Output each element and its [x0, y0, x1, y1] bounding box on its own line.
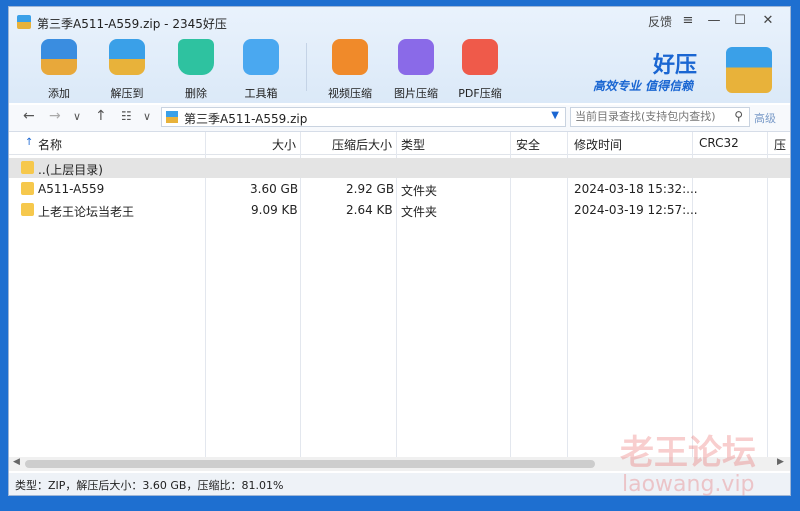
scrollbar-thumb[interactable] — [25, 460, 595, 468]
watermark-url: laowang.vip — [622, 472, 755, 497]
video-compress-button[interactable]: 视频压缩 — [320, 39, 380, 101]
table-row[interactable]: ..(上层目录) — [9, 158, 790, 178]
back-icon[interactable]: ← — [23, 108, 35, 124]
video-icon — [332, 39, 368, 75]
folder-icon — [21, 182, 34, 195]
file-size: 9.09 KB — [251, 203, 298, 217]
extract-label: 解压到 — [110, 87, 144, 100]
add-icon — [41, 39, 77, 75]
file-packed-size: 2.92 GB — [346, 182, 395, 196]
column-ratio[interactable]: 压 — [774, 136, 786, 153]
list-header: ↑ 名称 大小 压缩后大小 类型 安全 修改时间 CRC32 压 — [9, 132, 790, 155]
up-icon[interactable]: ↑ — [95, 108, 107, 124]
watermark-text: 老王论坛 — [620, 433, 756, 473]
search-box[interactable]: ⚲ — [570, 107, 750, 127]
pdf-compress-button[interactable]: PDF压缩 — [450, 39, 510, 101]
brand-name: 好压 — [653, 53, 698, 78]
add-button[interactable]: 添加 — [29, 39, 89, 101]
menu-icon[interactable]: ≡ — [677, 13, 699, 28]
delete-label: 删除 — [185, 87, 207, 100]
toolbar-divider — [306, 43, 307, 91]
forward-icon[interactable]: → — [49, 108, 61, 124]
feedback-button[interactable]: 反馈 — [645, 13, 675, 30]
image-icon — [398, 39, 434, 75]
extract-icon — [109, 39, 145, 75]
table-row[interactable]: A511-A559 3.60 GB 2.92 GB 文件夹 2024-03-18… — [9, 179, 790, 199]
status-text: 类型：ZIP，解压后大小：3.60 GB，压缩比：81.01% — [15, 479, 284, 492]
image-compress-label: 图片压缩 — [394, 87, 438, 100]
title-bar: 第三季A511-A559.zip - 2345好压 反馈 ≡ — ☐ ✕ — [9, 7, 790, 37]
file-size: 3.60 GB — [250, 182, 299, 196]
view-mode-icon[interactable]: ☷ — [121, 109, 132, 123]
column-packed-size[interactable]: 压缩后大小 — [332, 136, 392, 153]
pdf-compress-label: PDF压缩 — [458, 87, 502, 100]
app-window: 第三季A511-A559.zip - 2345好压 反馈 ≡ — ☐ ✕ 添加 … — [8, 6, 791, 496]
file-name: ..(上层目录) — [38, 163, 103, 177]
folder-icon — [21, 203, 34, 216]
toolbox-button[interactable]: 工具箱 — [231, 39, 291, 101]
table-row[interactable]: 上老王论坛当老王 9.09 KB 2.64 KB 文件夹 2024-03-19 … — [9, 200, 790, 220]
extract-button[interactable]: 解压到 — [97, 39, 157, 101]
app-logo-icon — [17, 15, 31, 29]
path-text: 第三季A511-A559.zip — [184, 112, 308, 126]
search-icon[interactable]: ⚲ — [734, 109, 743, 123]
history-dropdown-icon[interactable]: ∨ — [73, 110, 81, 123]
file-name: 上老王论坛当老王 — [38, 205, 135, 219]
window-title: 第三季A511-A559.zip - 2345好压 — [37, 17, 227, 31]
scroll-left-icon[interactable]: ◀ — [13, 457, 20, 467]
file-modified: 2024-03-19 12:57:... — [574, 203, 698, 217]
path-dropdown-icon[interactable]: ▼ — [551, 110, 559, 121]
sort-arrow-icon: ↑ — [25, 137, 34, 148]
brand-logo-icon — [726, 47, 772, 93]
search-input[interactable] — [575, 110, 723, 123]
column-security[interactable]: 安全 — [516, 136, 540, 153]
add-label: 添加 — [48, 87, 70, 100]
folder-icon — [21, 161, 34, 174]
toolbox-icon — [243, 39, 279, 75]
close-icon[interactable]: ✕ — [757, 13, 779, 28]
brand-slogan: 高效专业 值得信赖 — [593, 79, 694, 93]
path-bar[interactable]: 第三季A511-A559.zip ▼ — [161, 107, 566, 127]
file-type: 文件夹 — [401, 205, 438, 219]
pdf-icon — [462, 39, 498, 75]
column-size[interactable]: 大小 — [272, 136, 296, 153]
toolbox-label: 工具箱 — [244, 87, 278, 100]
view-dropdown-icon[interactable]: ∨ — [143, 110, 151, 123]
file-name: A511-A559 — [38, 182, 105, 196]
minimize-icon[interactable]: — — [703, 13, 725, 28]
file-packed-size: 2.64 KB — [346, 203, 393, 217]
header-area: 第三季A511-A559.zip - 2345好压 反馈 ≡ — ☐ ✕ 添加 … — [9, 7, 790, 103]
file-modified: 2024-03-18 15:32:... — [574, 182, 698, 196]
file-type: 文件夹 — [401, 184, 438, 198]
image-compress-button[interactable]: 图片压缩 — [386, 39, 446, 101]
file-list: ↑ 名称 大小 压缩后大小 类型 安全 修改时间 CRC32 压 ..(上层目录… — [9, 132, 790, 467]
column-name[interactable]: 名称 — [38, 136, 62, 153]
column-type[interactable]: 类型 — [401, 136, 425, 153]
video-compress-label: 视频压缩 — [328, 87, 372, 100]
zip-file-icon — [166, 111, 178, 123]
column-modified[interactable]: 修改时间 — [574, 136, 622, 153]
advanced-search-link[interactable]: 高级 — [754, 110, 776, 126]
recycle-icon — [178, 39, 214, 75]
nav-bar: ← → ∨ ↑ ☷ ∨ 第三季A511-A559.zip ▼ ⚲ 高级 — [9, 105, 790, 132]
scroll-right-icon[interactable]: ▶ — [777, 457, 784, 467]
column-crc32[interactable]: CRC32 — [699, 136, 739, 150]
maximize-icon[interactable]: ☐ — [729, 13, 751, 28]
delete-button[interactable]: 删除 — [166, 39, 226, 101]
